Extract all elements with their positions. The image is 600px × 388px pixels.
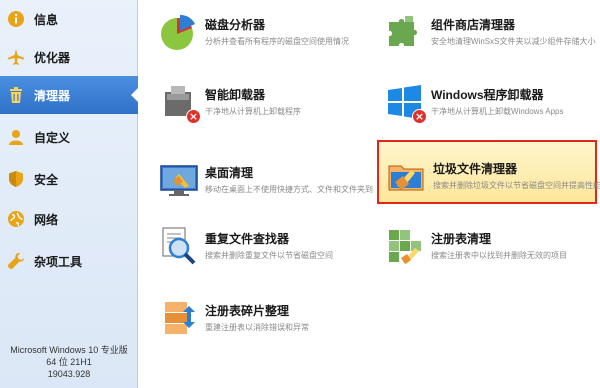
tool-windows-app-uninstaller[interactable]: × Windows程序卸载器 干净地从计算机上卸载Windows Apps [385, 82, 564, 124]
tool-desc: 搜索并删除垃圾文件以节省磁盘空间并提高性能 [433, 181, 600, 190]
globe-icon [6, 209, 26, 229]
sidebar-item-label: 网络 [34, 212, 59, 227]
remove-icon: × [186, 109, 201, 124]
sidebar-item-label: 杂项工具 [34, 254, 83, 269]
tool-name: 智能卸载器 [205, 88, 266, 102]
windows-logo-icon: × [385, 82, 427, 124]
shield-icon [6, 169, 26, 189]
uninstall-box-icon: × [159, 82, 201, 124]
wrench-icon [6, 251, 26, 271]
desktop-broom-icon [159, 160, 199, 200]
folder-broom-icon [387, 156, 427, 196]
tool-name: 垃圾文件清理器 [433, 162, 518, 176]
sidebar-item-security[interactable]: 安全 [0, 160, 138, 198]
user-icon [6, 127, 26, 147]
tool-desc: 干净地从计算机上卸载程序 [205, 107, 301, 116]
os-arch: 64 位 21H1 [46, 357, 92, 367]
tool-name: Windows程序卸载器 [431, 88, 544, 102]
tool-desktop-cleaner[interactable]: 桌面清理 移动在桌面上不使用快捷方式、文件和文件夹到 [159, 160, 373, 200]
tool-name: 桌面清理 [205, 166, 254, 180]
tool-desc: 移动在桌面上不使用快捷方式、文件和文件夹到 [205, 185, 373, 194]
os-name: Microsoft Windows 10 专业版 [10, 345, 128, 355]
sidebar-item-label: 自定义 [34, 130, 71, 145]
tool-junk-file-cleaner[interactable]: 垃圾文件清理器 搜索并删除垃圾文件以节省磁盘空间并提高性能 [377, 140, 600, 204]
tool-name: 组件商店清理器 [431, 18, 516, 32]
tools-panel: 磁盘分析器 分析并查看所有程序的磁盘空间使用情况 组件商店清理器 安全地清理Wi… [139, 0, 600, 388]
os-build: 19043.928 [47, 369, 91, 379]
tool-registry-defrag[interactable]: 注册表碎片整理 重建注册表以消除错误和异常 [159, 298, 309, 338]
tool-component-cleaner[interactable]: 组件商店清理器 安全地清理WinSxS文件夹以减少组件存储大小 [385, 12, 595, 52]
sidebar-item-customize[interactable]: 自定义 [0, 118, 138, 156]
tool-desc: 分析并查看所有程序的磁盘空间使用情况 [205, 37, 349, 46]
magnifier-document-icon [159, 226, 199, 266]
sidebar-item-misc-tools[interactable]: 杂项工具 [0, 242, 138, 280]
trash-icon [6, 85, 26, 105]
tool-duplicate-finder[interactable]: 重复文件查找器 搜索并删除重复文件以节省磁盘空间 [159, 226, 333, 266]
tool-name: 重复文件查找器 [205, 232, 290, 246]
sidebar-item-label: 清理器 [34, 88, 71, 103]
sidebar-item-label: 信息 [34, 12, 59, 27]
registry-blocks-icon [385, 226, 425, 266]
tool-smart-uninstaller[interactable]: × 智能卸载器 干净地从计算机上卸载程序 [159, 82, 301, 124]
tool-disk-analyzer[interactable]: 磁盘分析器 分析并查看所有程序的磁盘空间使用情况 [159, 12, 349, 52]
tool-desc: 搜索注册表中以找到并删除无效的项目 [431, 251, 567, 260]
puzzle-icon [385, 12, 425, 52]
tool-name: 注册表清理 [431, 232, 492, 246]
pie-chart-icon [159, 12, 199, 52]
system-info: Microsoft Windows 10 专业版 64 位 21H1 19043… [0, 344, 138, 380]
tool-desc: 干净地从计算机上卸载Windows Apps [431, 107, 564, 116]
tool-desc: 重建注册表以消除错误和异常 [205, 323, 309, 332]
tool-desc: 安全地清理WinSxS文件夹以减少组件存储大小 [431, 37, 596, 46]
sidebar: 信息 优化器 清理器 自定义 安全 网络 杂项工具 Microsoft Wind… [0, 0, 138, 388]
tool-desc: 搜索并删除重复文件以节省磁盘空间 [205, 251, 333, 260]
sidebar-item-label: 优化器 [34, 50, 71, 65]
remove-icon: × [412, 109, 427, 124]
tool-name: 磁盘分析器 [205, 18, 266, 32]
airplane-icon [6, 47, 26, 67]
sidebar-item-optimizer[interactable]: 优化器 [0, 38, 138, 76]
sidebar-item-label: 安全 [34, 172, 59, 187]
info-icon [6, 9, 26, 29]
registry-defrag-icon [159, 298, 199, 338]
tool-name: 注册表碎片整理 [205, 304, 290, 318]
sidebar-item-network[interactable]: 网络 [0, 200, 138, 238]
sidebar-item-cleaner[interactable]: 清理器 [0, 76, 138, 114]
sidebar-item-info[interactable]: 信息 [0, 0, 138, 38]
tool-registry-cleaner[interactable]: 注册表清理 搜索注册表中以找到并删除无效的项目 [385, 226, 567, 266]
